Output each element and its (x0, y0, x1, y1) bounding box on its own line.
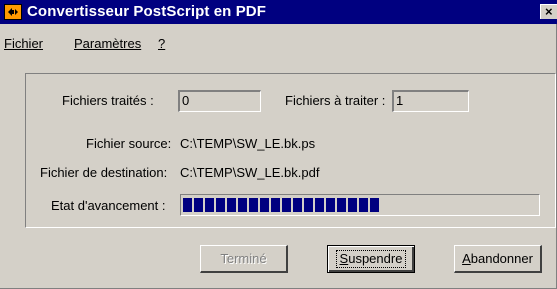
close-button[interactable]: × (540, 4, 557, 19)
progress-bar (180, 194, 540, 216)
progress-fill (183, 198, 379, 212)
source-path: C:\TEMP\SW_LE.bk.ps (180, 136, 316, 151)
title-bar[interactable]: Convertisseur PostScript en PDF × (0, 0, 557, 24)
done-button[interactable]: Terminé (200, 245, 288, 273)
suspend-button-label: Suspendre (335, 250, 407, 268)
destination-label: Fichier de destination: (40, 165, 168, 180)
app-icon (4, 4, 22, 20)
to-process-field[interactable]: 1 (392, 90, 469, 112)
menu-help[interactable]: ? (158, 36, 165, 51)
menu-fichier[interactable]: Fichier (4, 36, 43, 51)
abort-button[interactable]: Abandonner (454, 245, 542, 273)
window-title: Convertisseur PostScript en PDF (27, 3, 266, 20)
progress-label: Etat d'avancement : (51, 198, 166, 213)
converter-window: Convertisseur PostScript en PDF × Fichie… (0, 0, 557, 289)
abort-button-label: Abandonner (462, 250, 533, 266)
menu-bar: Fichier Paramètres ? (0, 36, 557, 56)
processed-field[interactable]: 0 (178, 90, 261, 112)
processed-label: Fichiers traités : (62, 93, 154, 108)
to-process-label: Fichiers à traiter : (285, 93, 386, 108)
done-button-label: Terminé (220, 250, 267, 266)
menu-parametres[interactable]: Paramètres (74, 36, 141, 51)
suspend-button[interactable]: Suspendre (327, 245, 415, 273)
source-label: Fichier source: (86, 136, 172, 151)
destination-path: C:\TEMP\SW_LE.bk.pdf (180, 165, 320, 180)
